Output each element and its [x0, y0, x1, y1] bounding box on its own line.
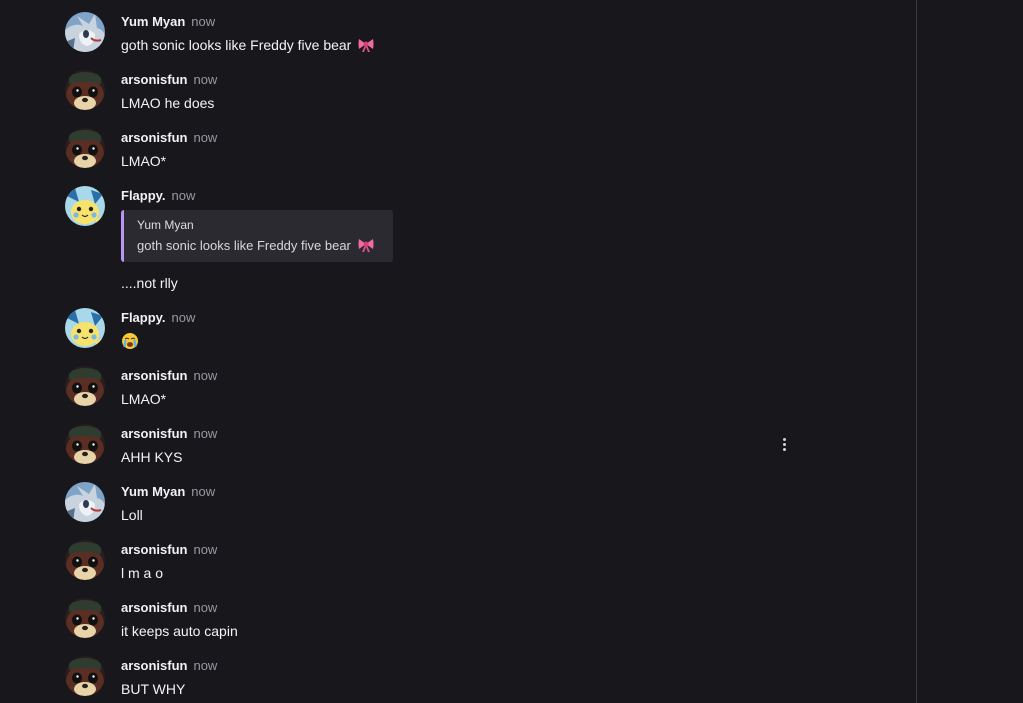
message-timestamp: now: [191, 14, 216, 29]
villager-avatar-icon[interactable]: [65, 656, 105, 696]
sonic-avatar-icon[interactable]: [65, 482, 105, 522]
reply-content: goth sonic looks like Freddy five bear: [137, 238, 351, 253]
message-content: l m a o: [121, 565, 164, 581]
message-timestamp: now: [193, 130, 218, 145]
message-timestamp: now: [193, 658, 218, 673]
sonic-avatar-icon[interactable]: [65, 12, 105, 52]
message-content: LMAO*: [121, 391, 167, 407]
vertical-ellipsis-icon[interactable]: [778, 437, 792, 453]
villager-avatar-icon[interactable]: [65, 70, 105, 110]
reply-accent-bar: [121, 210, 124, 262]
loudly-crying-emoji-icon: [122, 333, 138, 349]
villager-avatar-icon[interactable]: [65, 128, 105, 168]
message-author[interactable]: arsonisfun: [121, 600, 187, 615]
message-author[interactable]: arsonisfun: [121, 658, 187, 673]
message-content: LMAO he does: [121, 95, 215, 111]
message-author[interactable]: arsonisfun: [121, 426, 187, 441]
villager-avatar-icon[interactable]: [65, 540, 105, 580]
message-author[interactable]: Yum Myan: [121, 14, 185, 29]
message-timestamp: now: [191, 484, 216, 499]
message-author[interactable]: arsonisfun: [121, 72, 187, 87]
message-author[interactable]: arsonisfun: [121, 368, 187, 383]
message-timestamp: now: [193, 600, 218, 615]
message-timestamp: now: [171, 188, 196, 203]
message-content: goth sonic looks like Freddy five bear: [121, 37, 352, 53]
message-content: Loll: [121, 507, 143, 523]
pikachu-avatar-icon[interactable]: [65, 308, 105, 348]
message-timestamp: now: [193, 426, 218, 441]
ribbon-emoji-icon: [358, 39, 374, 52]
message-content: ....not rlly: [121, 275, 178, 291]
villager-avatar-icon[interactable]: [65, 598, 105, 638]
message-content: AHH KYS: [121, 449, 183, 465]
villager-avatar-icon[interactable]: [65, 366, 105, 406]
message-timestamp: now: [193, 542, 218, 557]
message-text: [121, 332, 139, 351]
villager-avatar-icon[interactable]: [65, 424, 105, 464]
app-window: Yum Myan now goth sonic looks like Freddy…: [0, 0, 1023, 703]
ribbon-emoji-icon: [358, 239, 374, 252]
message-text: goth sonic looks like Freddy five bear: [121, 36, 374, 54]
pikachu-avatar-icon[interactable]: [65, 186, 105, 226]
message-author[interactable]: Yum Myan: [121, 484, 185, 499]
message-content: BUT WHY: [121, 681, 186, 697]
reply-text: goth sonic looks like Freddy five bear: [137, 237, 374, 254]
side-panel: [917, 0, 1023, 703]
message-list[interactable]: Yum Myan now goth sonic looks like Freddy…: [0, 0, 917, 703]
message-timestamp: now: [193, 368, 218, 383]
message-author[interactable]: Flappy.: [121, 310, 166, 325]
message-content: it keeps auto capin: [121, 623, 238, 639]
message-author[interactable]: Flappy.: [121, 188, 166, 203]
message-content: LMAO*: [121, 153, 167, 169]
reply-quote[interactable]: Yum Myan goth sonic looks like Freddy fi…: [121, 210, 393, 262]
message-author[interactable]: arsonisfun: [121, 542, 187, 557]
message-author[interactable]: arsonisfun: [121, 130, 187, 145]
message-timestamp: now: [171, 310, 196, 325]
reply-author: Yum Myan: [137, 218, 194, 232]
message-timestamp: now: [193, 72, 218, 87]
